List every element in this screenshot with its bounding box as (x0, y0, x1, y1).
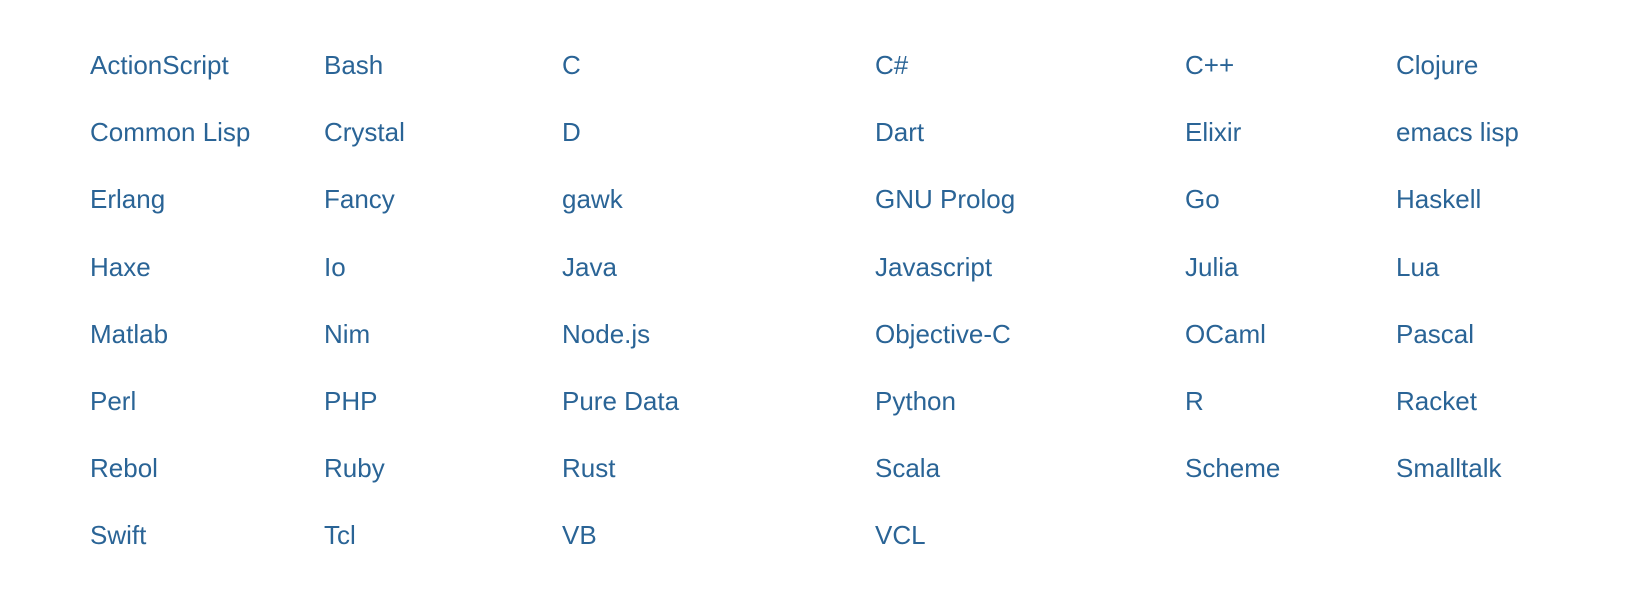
language-link[interactable]: Haxe (90, 252, 324, 283)
language-link[interactable]: Dart (875, 117, 1185, 148)
language-link[interactable]: Scala (875, 453, 1185, 484)
language-link[interactable]: Java (562, 252, 875, 283)
language-link[interactable]: Rust (562, 453, 875, 484)
language-link[interactable]: Javascript (875, 252, 1185, 283)
language-link[interactable]: C (562, 50, 875, 81)
language-link[interactable]: Io (324, 252, 562, 283)
language-link[interactable]: Erlang (90, 184, 324, 215)
language-link[interactable]: Clojure (1396, 50, 1550, 81)
language-link[interactable]: C++ (1185, 50, 1396, 81)
language-link[interactable]: VB (562, 520, 875, 551)
language-link[interactable]: Swift (90, 520, 324, 551)
language-link[interactable]: Scheme (1185, 453, 1396, 484)
language-link[interactable]: Rebol (90, 453, 324, 484)
language-link[interactable]: OCaml (1185, 319, 1396, 350)
language-link[interactable]: Haskell (1396, 184, 1550, 215)
language-link[interactable]: Python (875, 386, 1185, 417)
language-link[interactable]: R (1185, 386, 1396, 417)
language-link[interactable]: Perl (90, 386, 324, 417)
language-link[interactable]: ActionScript (90, 50, 324, 81)
language-link[interactable]: Fancy (324, 184, 562, 215)
language-link[interactable]: Crystal (324, 117, 562, 148)
language-link[interactable]: D (562, 117, 875, 148)
language-link[interactable]: gawk (562, 184, 875, 215)
language-link[interactable]: VCL (875, 520, 1185, 551)
language-link[interactable]: emacs lisp (1396, 117, 1550, 148)
language-link[interactable]: Pure Data (562, 386, 875, 417)
language-link[interactable]: PHP (324, 386, 562, 417)
language-link[interactable]: C# (875, 50, 1185, 81)
language-link[interactable]: Racket (1396, 386, 1550, 417)
language-link[interactable]: Objective-C (875, 319, 1185, 350)
language-link[interactable]: Julia (1185, 252, 1396, 283)
language-link[interactable]: GNU Prolog (875, 184, 1185, 215)
language-link[interactable]: Bash (324, 50, 562, 81)
language-link[interactable]: Lua (1396, 252, 1550, 283)
language-link[interactable]: Pascal (1396, 319, 1550, 350)
language-link[interactable]: Tcl (324, 520, 562, 551)
language-link[interactable]: Common Lisp (90, 117, 324, 148)
language-link[interactable]: Go (1185, 184, 1396, 215)
language-link[interactable]: Node.js (562, 319, 875, 350)
language-link[interactable]: Elixir (1185, 117, 1396, 148)
language-link[interactable]: Smalltalk (1396, 453, 1550, 484)
language-link[interactable]: Matlab (90, 319, 324, 350)
language-link[interactable]: Nim (324, 319, 562, 350)
language-grid: ActionScript Bash C C# C++ Clojure Commo… (90, 50, 1550, 552)
language-link[interactable]: Ruby (324, 453, 562, 484)
